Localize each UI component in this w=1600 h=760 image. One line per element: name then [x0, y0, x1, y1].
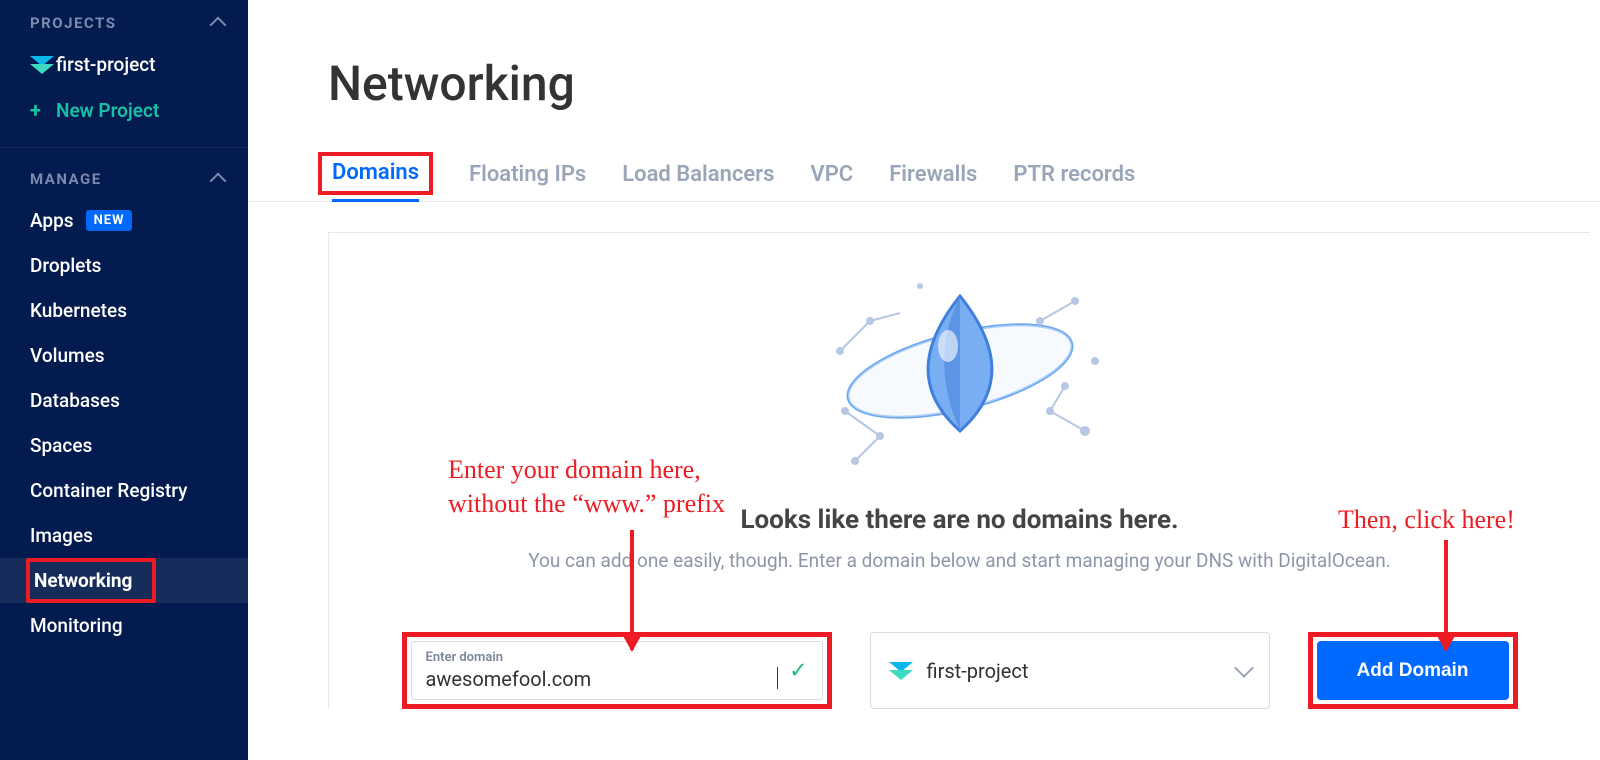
- add-domain-form: Enter domain awesomefool.com ✓ first-pro…: [359, 632, 1560, 709]
- project-icon: [889, 662, 913, 680]
- sidebar-item-apps-label: Apps: [30, 209, 74, 232]
- sidebar-item-networking-label: Networking: [34, 569, 132, 592]
- page-title: Networking: [248, 0, 1600, 152]
- sidebar-item-images-label: Images: [30, 524, 93, 547]
- sidebar-item-container-registry[interactable]: Container Registry: [0, 468, 248, 513]
- tab-firewalls[interactable]: Firewalls: [889, 162, 977, 201]
- sidebar-manage-header[interactable]: MANAGE: [0, 156, 248, 198]
- sidebar-new-project-label: New Project: [56, 99, 159, 122]
- domain-input-label: Enter domain: [426, 650, 778, 665]
- add-domain-button[interactable]: Add Domain: [1317, 641, 1509, 700]
- check-icon: ✓: [789, 658, 807, 683]
- new-badge: NEW: [86, 210, 133, 231]
- sidebar-item-kubernetes-label: Kubernetes: [30, 299, 127, 322]
- sidebar-item-kubernetes[interactable]: Kubernetes: [0, 288, 248, 333]
- tab-ptr-records[interactable]: PTR records: [1013, 162, 1135, 201]
- sidebar-item-monitoring-label: Monitoring: [30, 614, 123, 637]
- annotation-highlight-domain-input: Enter domain awesomefool.com ✓: [402, 632, 832, 709]
- domain-input-value[interactable]: awesomefool.com: [426, 665, 776, 691]
- project-select-value: first-project: [927, 659, 1237, 683]
- tabs: Domains Floating IPs Load Balancers VPC …: [248, 152, 1600, 202]
- tab-domains[interactable]: Domains: [332, 160, 419, 191]
- text-caret: [777, 667, 778, 689]
- empty-illustration: [810, 261, 1110, 481]
- project-icon: [30, 54, 56, 76]
- chevron-down-icon: [1234, 658, 1254, 678]
- empty-subtitle: You can add one easily, though. Enter a …: [359, 549, 1560, 572]
- sidebar-divider: [0, 147, 248, 148]
- tab-load-balancers[interactable]: Load Balancers: [622, 162, 774, 201]
- domains-panel: Looks like there are no domains here. Yo…: [328, 232, 1590, 709]
- annotation-highlight-add-domain: Add Domain: [1308, 632, 1518, 709]
- sidebar-project-first[interactable]: first-project: [0, 42, 248, 87]
- sidebar-item-networking[interactable]: Networking: [0, 558, 248, 603]
- sidebar-item-volumes-label: Volumes: [30, 344, 105, 367]
- chevron-up-icon: [210, 17, 227, 34]
- sidebar-item-droplets-label: Droplets: [30, 254, 101, 277]
- annotation-highlight-networking: Networking: [26, 558, 156, 603]
- empty-title: Looks like there are no domains here.: [359, 505, 1560, 535]
- plus-icon: +: [30, 98, 56, 122]
- tab-floating-ips[interactable]: Floating IPs: [469, 162, 586, 201]
- sidebar-project-first-label: first-project: [56, 53, 156, 76]
- main-content: Networking Domains Floating IPs Load Bal…: [248, 0, 1600, 760]
- chevron-up-icon: [210, 173, 227, 190]
- sidebar-new-project[interactable]: + New Project: [0, 87, 248, 133]
- sidebar-projects-header[interactable]: PROJECTS: [0, 0, 248, 42]
- annotation-highlight-domains-tab: Domains: [318, 152, 433, 195]
- sidebar-item-droplets[interactable]: Droplets: [0, 243, 248, 288]
- sidebar-item-apps[interactable]: Apps NEW: [0, 198, 248, 243]
- sidebar-manage-label: MANAGE: [30, 170, 102, 188]
- sidebar-item-images[interactable]: Images: [0, 513, 248, 558]
- sidebar: PROJECTS first-project + New Project MAN…: [0, 0, 248, 760]
- tab-vpc[interactable]: VPC: [810, 162, 853, 201]
- sidebar-item-container-registry-label: Container Registry: [30, 479, 187, 502]
- sidebar-item-volumes[interactable]: Volumes: [0, 333, 248, 378]
- sidebar-item-spaces[interactable]: Spaces: [0, 423, 248, 468]
- sidebar-item-databases[interactable]: Databases: [0, 378, 248, 423]
- sidebar-item-databases-label: Databases: [30, 389, 120, 412]
- sidebar-item-spaces-label: Spaces: [30, 434, 92, 457]
- sidebar-item-monitoring[interactable]: Monitoring: [0, 603, 248, 648]
- sidebar-projects-label: PROJECTS: [30, 14, 116, 32]
- domain-input[interactable]: Enter domain awesomefool.com ✓: [411, 641, 823, 700]
- project-select[interactable]: first-project: [870, 632, 1270, 709]
